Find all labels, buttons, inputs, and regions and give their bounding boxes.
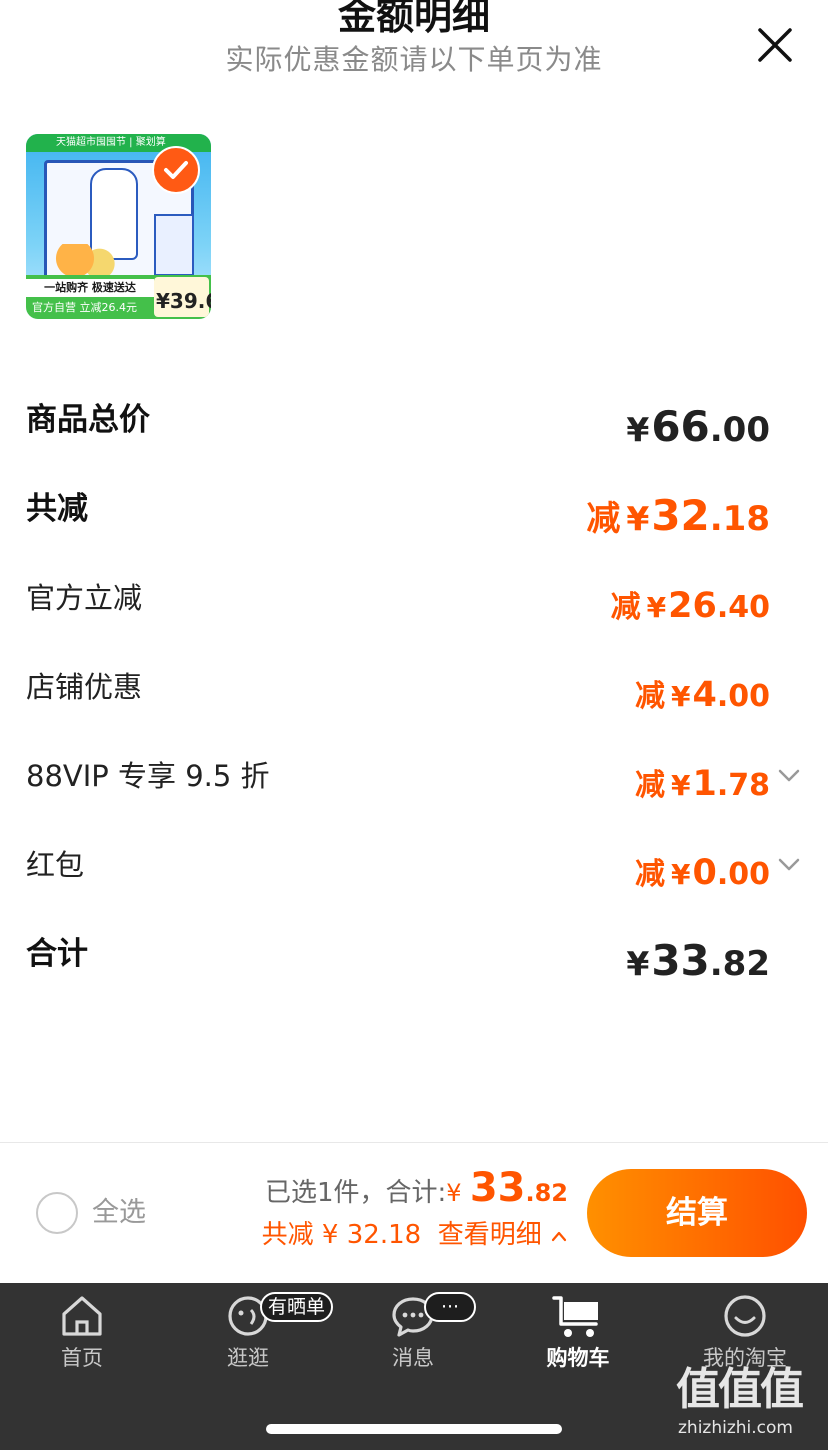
total-reduce-label: 共减 <box>26 491 88 527</box>
sum-label: 合计 <box>26 936 88 972</box>
close-icon <box>758 28 792 62</box>
sum-amount: ¥33.82 <box>626 936 770 985</box>
shop-discount-amount: 减 ¥4.00 <box>635 671 770 715</box>
detail-link-text: 查看明细 <box>437 1220 542 1250</box>
total-reduce-amount: 减 ¥32.18 <box>586 491 770 540</box>
tab-stroll-label: 逛逛 <box>227 1346 269 1370</box>
cart-icon <box>552 1296 598 1337</box>
amount-decimal: .78 <box>716 768 770 803</box>
amount-decimal: .18 <box>709 499 770 539</box>
total-integer: 33 <box>469 1165 526 1211</box>
currency-symbol: ¥ <box>671 769 691 802</box>
watermark: 值值值 zhizhizhi.com <box>676 1364 826 1448</box>
tab-home-label: 首页 <box>61 1346 103 1370</box>
amount-decimal: .00 <box>709 410 770 450</box>
row-total-goods: 商品总价 ¥66.00 <box>26 400 802 460</box>
currency-symbol: ¥ <box>671 680 691 713</box>
row-total-reduce: 共减 减 ¥32.18 <box>26 489 802 549</box>
tab-my-taobao[interactable]: 我的淘宝 <box>675 1292 815 1372</box>
page-title: 金额明细 <box>337 0 490 38</box>
currency-symbol: ¥ <box>626 499 650 538</box>
reduce-prefix: 减 <box>610 590 641 625</box>
tab-cart-label: 购物车 <box>546 1346 610 1370</box>
reduce-prefix: 减 <box>635 679 665 714</box>
total-decimal: .82 <box>525 1179 568 1207</box>
chevron-up-icon <box>551 1231 567 1241</box>
amount-integer: 32 <box>651 491 710 540</box>
amount-integer: 0 <box>692 853 717 893</box>
tab-home[interactable]: 首页 <box>12 1292 152 1372</box>
row-shop-discount: 店铺优惠 减 ¥4.00 <box>26 667 802 727</box>
chevron-down-icon[interactable] <box>776 851 802 877</box>
summary-total-line: 已选1件，合计:¥ 33.82 <box>262 1166 568 1215</box>
checkout-button[interactable]: 结算 <box>587 1169 807 1257</box>
amount-integer: 33 <box>651 936 710 985</box>
product-carton <box>154 214 194 276</box>
view-detail-link[interactable]: 共减 ¥ 32.18 查看明细 <box>262 1215 568 1255</box>
tab-messages-label: 消息 <box>392 1346 434 1370</box>
reduce-prefix: 减 <box>635 768 665 803</box>
shop-discount-label: 店铺优惠 <box>26 670 143 704</box>
home-icon <box>62 1296 102 1336</box>
close-button[interactable] <box>752 22 798 68</box>
selected-check[interactable] <box>152 146 200 194</box>
chevron-down-icon[interactable] <box>776 762 802 788</box>
official-reduce-amount: 减 ¥26.40 <box>611 582 770 626</box>
total-goods-label: 商品总价 <box>26 402 150 438</box>
watermark-logo: 值值值 <box>676 1364 804 1415</box>
checkout-summary: 已选1件，合计:¥ 33.82 共减 ¥ 32.18 查看明细 <box>262 1166 568 1255</box>
product-thumbnail[interactable]: 天猫超市囤囤节 | 聚划算 一站购齐 极速送达 官方自营 立减26.4元 ¥39… <box>26 134 211 319</box>
amount-decimal: .00 <box>716 857 770 892</box>
vip-discount-label: 88VIP 专享 9.5 折 <box>26 759 270 793</box>
amount-integer: 4 <box>692 675 717 715</box>
amount-decimal: .82 <box>709 944 770 984</box>
amount-integer: 26 <box>668 586 717 626</box>
select-all-checkbox[interactable] <box>36 1192 78 1234</box>
tab-cart[interactable]: 购物车 <box>508 1292 648 1372</box>
amount-decimal: .40 <box>716 590 770 625</box>
currency-symbol: ¥ <box>446 1179 462 1207</box>
select-all-label: 全选 <box>92 1197 146 1228</box>
home-indicator[interactable] <box>266 1424 562 1434</box>
check-circle-icon <box>164 161 188 179</box>
total-goods-amount: ¥66.00 <box>626 402 770 451</box>
reduce-summary-text: 共减 ¥ 32.18 <box>261 1220 422 1250</box>
amount-integer: 66 <box>651 402 710 451</box>
vip-discount-amount: 减 ¥1.78 <box>635 760 770 804</box>
thumb-discount-text: 官方自营 立减26.4元 <box>32 301 137 314</box>
reduce-prefix: 减 <box>586 499 621 539</box>
messages-badge: ··· <box>424 1292 476 1322</box>
thumb-price: ¥39.6 <box>156 289 211 313</box>
currency-symbol: ¥ <box>626 410 650 449</box>
row-official-reduce: 官方立减 减 ¥26.40 <box>26 578 802 638</box>
page-subtitle: 实际优惠金额请以下单页为准 <box>225 43 603 76</box>
row-vip-discount[interactable]: 88VIP 专享 9.5 折 减 ¥1.78 <box>26 756 802 816</box>
reduce-prefix: 减 <box>635 857 665 892</box>
smile-icon <box>724 1295 766 1337</box>
currency-symbol: ¥ <box>646 591 667 624</box>
amount-decimal: .00 <box>716 679 770 714</box>
hongbao-label: 红包 <box>26 848 85 882</box>
amount-integer: 1 <box>692 764 717 804</box>
watermark-url: zhizhizhi.com <box>678 1418 793 1438</box>
selected-count-text: 已选1件，合计: <box>264 1178 447 1208</box>
hongbao-amount: 减 ¥0.00 <box>635 849 770 893</box>
currency-symbol: ¥ <box>626 944 650 983</box>
thumb-promo-text: 一站购齐 极速送达 <box>26 279 154 297</box>
row-sum: 合计 ¥33.82 <box>26 934 802 994</box>
row-hongbao[interactable]: 红包 减 ¥0.00 <box>26 845 802 905</box>
official-reduce-label: 官方立减 <box>26 581 143 615</box>
amount-detail-sheet: 金额明细 实际优惠金额请以下单页为准 天猫超市囤囤节 | 聚划算 一站购齐 极速… <box>0 0 828 1450</box>
stroll-badge: 有晒单 <box>260 1292 334 1322</box>
currency-symbol: ¥ <box>671 858 691 891</box>
